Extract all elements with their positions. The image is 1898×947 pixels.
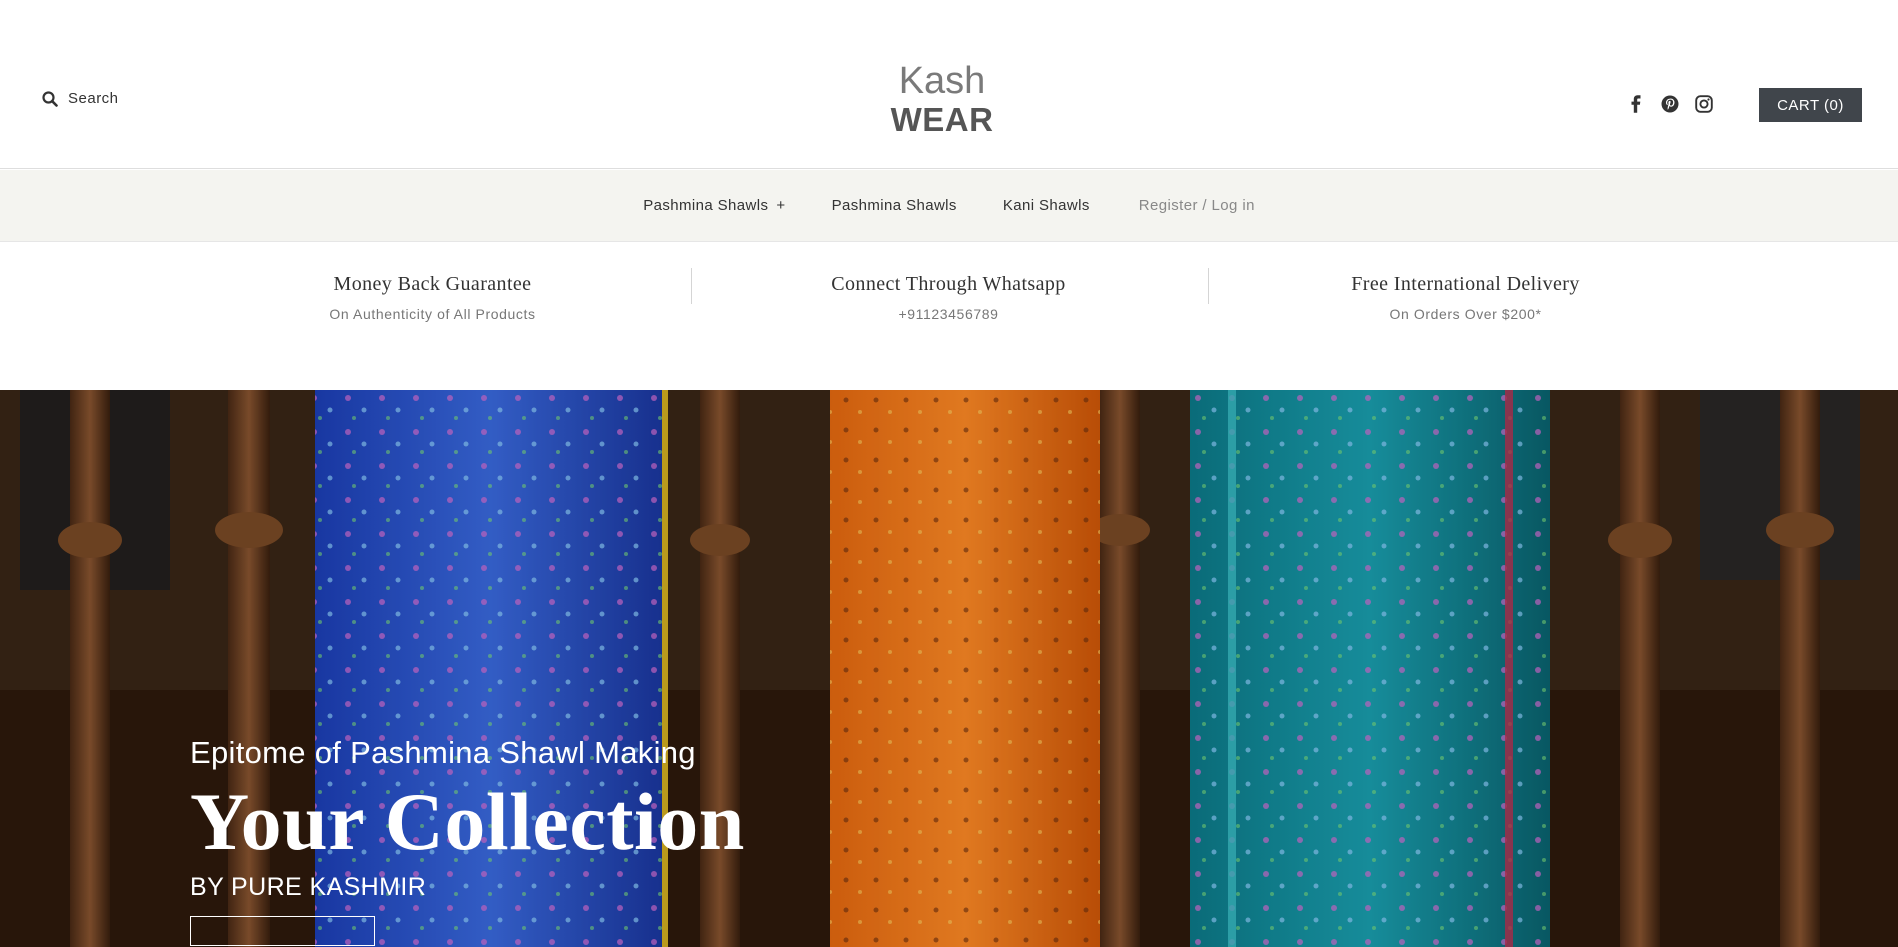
facebook-icon[interactable] bbox=[1626, 94, 1646, 114]
hero-banner: Epitome of Pashmina Shawl Making Your Co… bbox=[0, 390, 1898, 947]
nav-item-register-login[interactable]: Register / Log in bbox=[1139, 197, 1255, 214]
expand-plus-icon: + bbox=[776, 197, 786, 214]
feature-whatsapp: Connect Through Whatsapp +91123456789 bbox=[690, 273, 1207, 322]
feature-subtitle: On Orders Over $200* bbox=[1389, 306, 1542, 322]
main-navigation: Pashmina Shawls + Pashmina Shawls Kani Sh… bbox=[0, 170, 1898, 242]
feature-subtitle: +91123456789 bbox=[898, 306, 999, 322]
search-trigger[interactable]: Search bbox=[42, 90, 119, 107]
feature-money-back: Money Back Guarantee On Authenticity of … bbox=[174, 273, 691, 322]
logo-line-2: WEAR bbox=[890, 101, 994, 138]
hero-subtitle: BY PURE KASHMIR bbox=[190, 873, 427, 901]
features-bar: Money Back Guarantee On Authenticity of … bbox=[0, 243, 1898, 390]
social-links bbox=[1626, 94, 1714, 114]
instagram-icon[interactable] bbox=[1694, 94, 1714, 114]
feature-title: Connect Through Whatsapp bbox=[831, 273, 1066, 295]
nav-item-kani-shawls[interactable]: Kani Shawls bbox=[1003, 197, 1090, 214]
feature-delivery: Free International Delivery On Orders Ov… bbox=[1207, 273, 1724, 322]
logo-line-1: Kash bbox=[898, 60, 986, 102]
search-label: Search bbox=[68, 90, 119, 107]
site-logo[interactable]: Kash WEAR bbox=[870, 62, 1014, 136]
nav-item-pashmina-dropdown[interactable]: Pashmina Shawls + bbox=[643, 197, 785, 214]
nav-item-label: Pashmina Shawls bbox=[643, 197, 769, 214]
cart-button[interactable]: CART (0) bbox=[1759, 88, 1862, 122]
search-icon bbox=[42, 90, 58, 107]
feature-title: Money Back Guarantee bbox=[333, 273, 532, 295]
pinterest-icon[interactable] bbox=[1660, 94, 1680, 114]
feature-title: Free International Delivery bbox=[1351, 273, 1580, 295]
hero-cta-button[interactable] bbox=[190, 916, 375, 946]
feature-subtitle: On Authenticity of All Products bbox=[329, 306, 536, 322]
hero-tagline: Epitome of Pashmina Shawl Making bbox=[190, 735, 696, 770]
hero-title: Your Collection bbox=[190, 776, 745, 867]
hero-text-block: Epitome of Pashmina Shawl Making Your Co… bbox=[190, 735, 745, 946]
nav-item-pashmina-shawls[interactable]: Pashmina Shawls bbox=[832, 197, 957, 214]
site-header: Search Kash WEAR CART (0) bbox=[0, 0, 1898, 169]
